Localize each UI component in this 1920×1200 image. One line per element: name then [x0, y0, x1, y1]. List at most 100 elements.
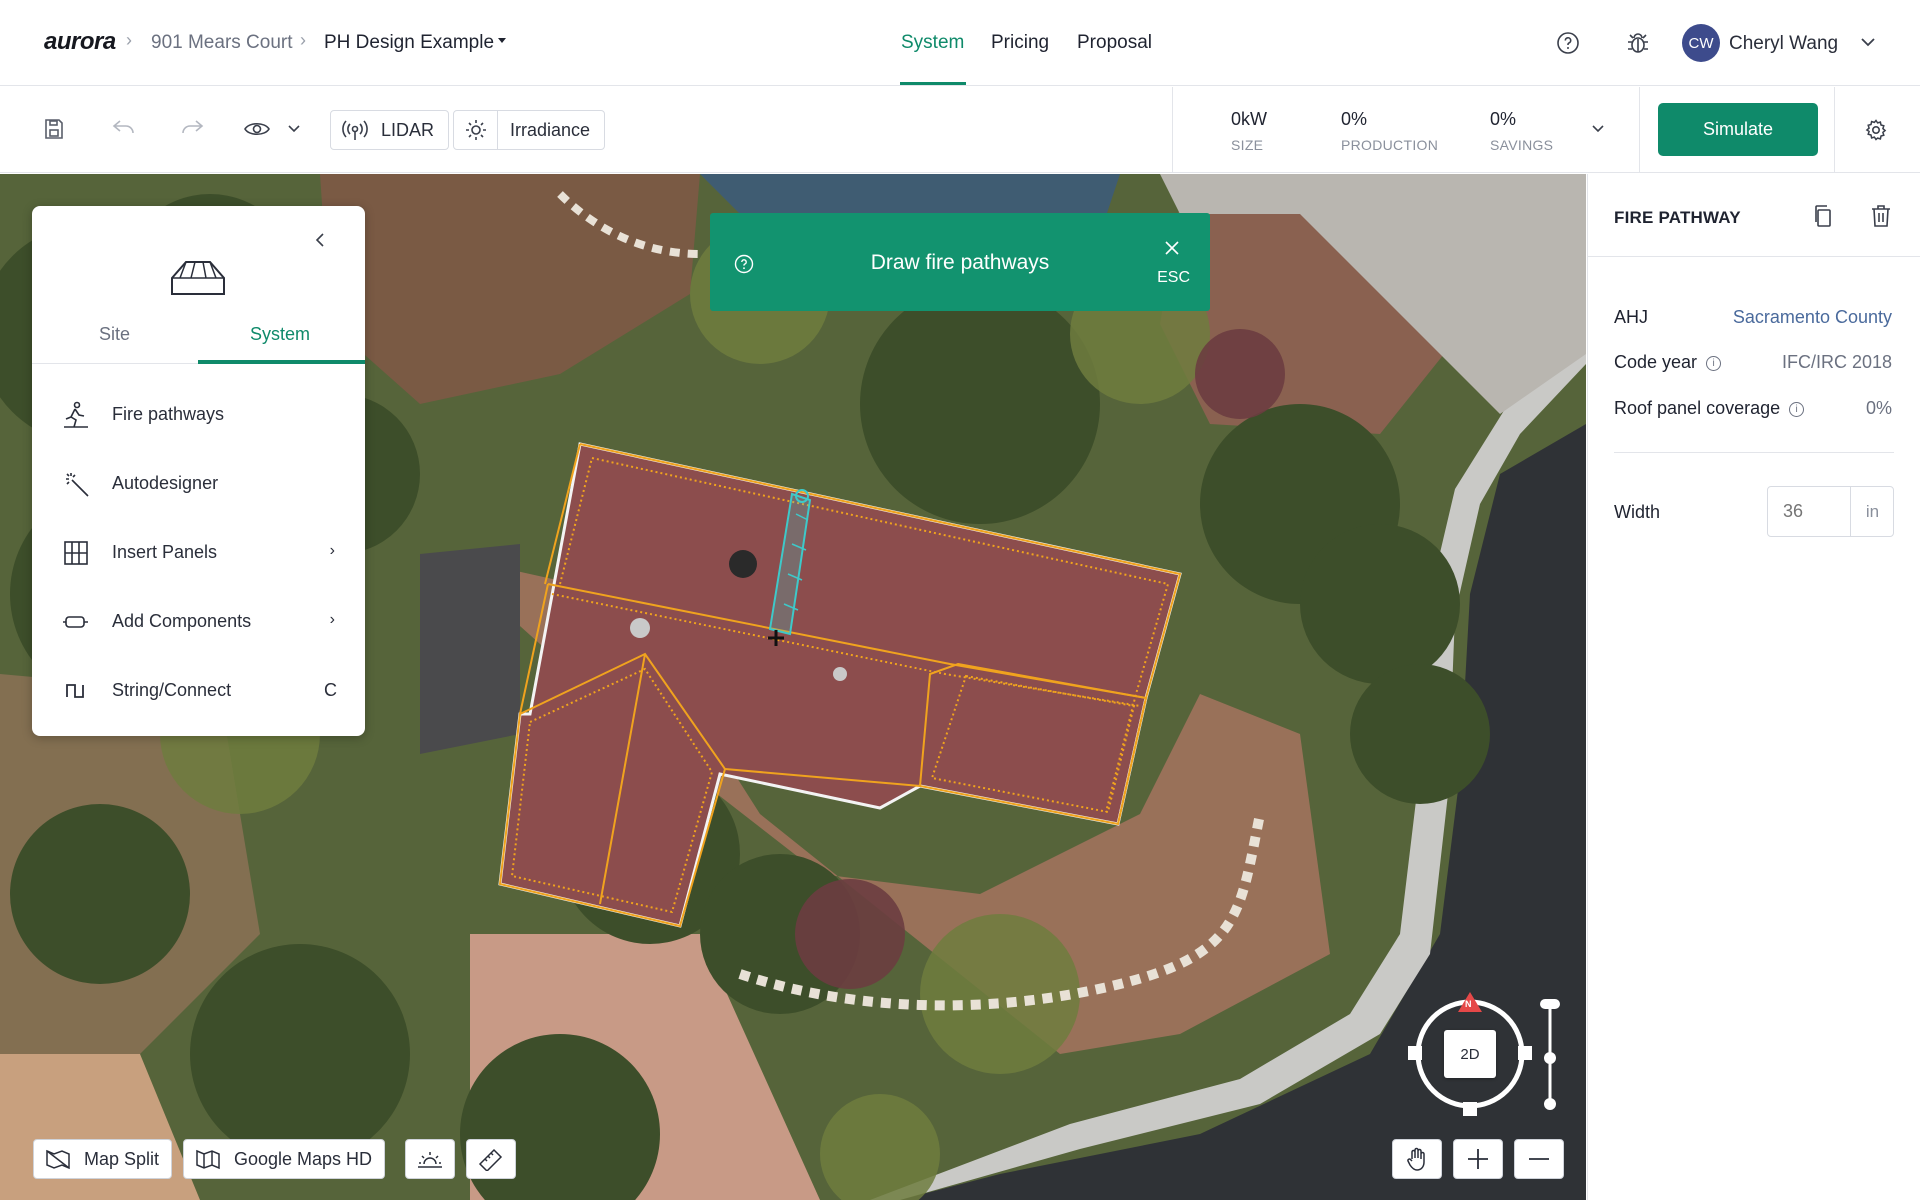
tab-proposal[interactable]: Proposal: [1077, 32, 1152, 54]
toolbar-divider: [1834, 87, 1835, 173]
coverage-row: Roof panel coverage i: [1614, 398, 1805, 419]
visibility-eye-icon[interactable]: [243, 119, 271, 139]
shortcut-key: C: [324, 680, 337, 700]
breadcrumb-project[interactable]: 901 Mears Court: [151, 32, 293, 54]
map-split-button[interactable]: Map Split: [33, 1139, 173, 1179]
tab-pricing[interactable]: Pricing: [991, 32, 1049, 54]
panel-title: FIRE PATHWAY: [1614, 208, 1741, 227]
plus-icon: [1468, 1149, 1488, 1169]
map-split-icon: [46, 1149, 70, 1170]
code-year-row: Code year i: [1614, 352, 1722, 373]
coverage-label: Roof panel coverage: [1614, 398, 1781, 418]
width-input[interactable]: [1769, 488, 1849, 535]
width-field: in: [1767, 486, 1894, 537]
design-tools-panel: Site System Fire pathways Autodesigner I…: [32, 206, 365, 736]
irradiance-button[interactable]: Irradiance: [453, 110, 606, 150]
system-size-label: SIZE: [1231, 137, 1264, 153]
lidar-label: LIDAR: [381, 119, 435, 140]
visibility-chevron-down-icon[interactable]: [287, 124, 301, 134]
active-tab-indicator: [900, 82, 966, 85]
code-year-value: IFC/IRC 2018: [1781, 352, 1892, 372]
settings-gear-icon[interactable]: [1864, 118, 1888, 142]
ahj-label: AHJ: [1614, 307, 1649, 327]
tool-label: Insert Panels: [112, 542, 218, 562]
design-toolbar: LIDAR Irradiance 0kW SIZE 0% PRODUCTION …: [0, 87, 1920, 173]
irradiance-icon-cell: [454, 111, 498, 149]
ruler-icon: [478, 1148, 503, 1171]
redo-icon[interactable]: [179, 117, 205, 139]
tool-fire-pathways[interactable]: Fire pathways: [32, 380, 365, 449]
undo-icon[interactable]: [111, 117, 137, 139]
map-icon: [196, 1149, 220, 1170]
tool-label: Autodesigner: [112, 473, 219, 493]
tool-insert-panels[interactable]: Insert Panels ›: [32, 518, 365, 587]
code-year-label: Code year: [1614, 352, 1698, 372]
compass-north-label: N: [1465, 999, 1472, 1009]
aurora-logo[interactable]: aurora: [44, 28, 116, 56]
tab-site[interactable]: Site: [99, 324, 130, 345]
system-size-value: 0kW: [1231, 109, 1267, 129]
section-divider: [1614, 452, 1894, 453]
width-label: Width: [1614, 502, 1661, 522]
breadcrumb-separator: ›: [300, 30, 306, 50]
sun-icon: [465, 120, 486, 140]
toolbar-divider: [1172, 87, 1173, 173]
info-icon[interactable]: i: [1789, 402, 1805, 417]
info-icon[interactable]: i: [1706, 356, 1722, 371]
tool-label: Fire pathways: [112, 404, 225, 424]
chevron-right-icon: ›: [329, 542, 335, 559]
coverage-value: 0%: [1865, 398, 1892, 418]
properties-panel: FIRE PATHWAY AHJ Sacramento County Code …: [1587, 174, 1920, 1200]
measure-ruler-button[interactable]: [466, 1139, 516, 1179]
collapse-chevron-left-icon[interactable]: [314, 232, 326, 248]
tool-string-connect[interactable]: String/Connect C: [32, 656, 365, 725]
pan-hand-button[interactable]: [1392, 1139, 1442, 1179]
view-mode-toggle[interactable]: 2D: [1444, 1030, 1496, 1078]
simulate-button[interactable]: Simulate: [1658, 103, 1818, 156]
zoom-in-button[interactable]: [1453, 1139, 1503, 1179]
production-label: PRODUCTION: [1341, 137, 1439, 153]
esc-hint: ESC: [1157, 269, 1190, 286]
chevron-down-icon[interactable]: [1860, 36, 1876, 48]
map-split-label: Map Split: [84, 1148, 160, 1169]
magic-wand-icon: [66, 473, 89, 497]
avatar[interactable]: CW: [1682, 24, 1720, 62]
hand-pan-icon: [1407, 1147, 1425, 1171]
width-unit: in: [1850, 487, 1894, 536]
breadcrumb-design[interactable]: PH Design Example: [324, 32, 494, 54]
panel-header-divider: [1588, 256, 1920, 257]
bug-report-icon[interactable]: [1625, 30, 1651, 56]
sunrise-icon: [418, 1152, 442, 1168]
component-icon: [63, 616, 88, 628]
savings-value: 0%: [1490, 109, 1517, 129]
google-maps-label: Google Maps HD: [234, 1148, 373, 1169]
close-icon[interactable]: [1164, 240, 1180, 256]
ahj-value-link[interactable]: Sacramento County: [1733, 307, 1892, 328]
help-icon[interactable]: [1556, 31, 1580, 55]
minus-icon: [1529, 1158, 1549, 1160]
save-icon[interactable]: [42, 117, 66, 141]
tool-label: Add Components: [112, 611, 252, 631]
lidar-button[interactable]: LIDAR: [330, 110, 450, 150]
stats-chevron-down-icon[interactable]: [1591, 124, 1605, 134]
lidar-signal-icon: [342, 120, 368, 140]
active-tool-tab-indicator: [198, 360, 365, 364]
fire-pathway-icon: [64, 401, 88, 428]
tool-label: String/Connect: [112, 680, 232, 700]
tab-system[interactable]: System: [901, 32, 964, 54]
user-name[interactable]: Cheryl Wang: [1729, 33, 1838, 55]
string-icon: [66, 684, 84, 698]
chevron-right-icon: ›: [329, 611, 335, 628]
tool-autodesigner[interactable]: Autodesigner: [32, 449, 365, 518]
duplicate-icon[interactable]: [1812, 204, 1834, 228]
breadcrumb-separator: ›: [126, 30, 132, 50]
design-dropdown-caret-icon[interactable]: [498, 38, 506, 43]
sun-path-button[interactable]: [405, 1139, 455, 1179]
delete-trash-icon[interactable]: [1870, 204, 1892, 228]
zoom-out-button[interactable]: [1514, 1139, 1564, 1179]
google-maps-hd-button[interactable]: Google Maps HD: [183, 1139, 386, 1179]
tool-add-components[interactable]: Add Components ›: [32, 587, 365, 656]
banner-text: Draw fire pathways: [870, 251, 1050, 274]
panel-grid-icon: [64, 541, 88, 565]
tab-system-tools[interactable]: System: [250, 324, 310, 345]
